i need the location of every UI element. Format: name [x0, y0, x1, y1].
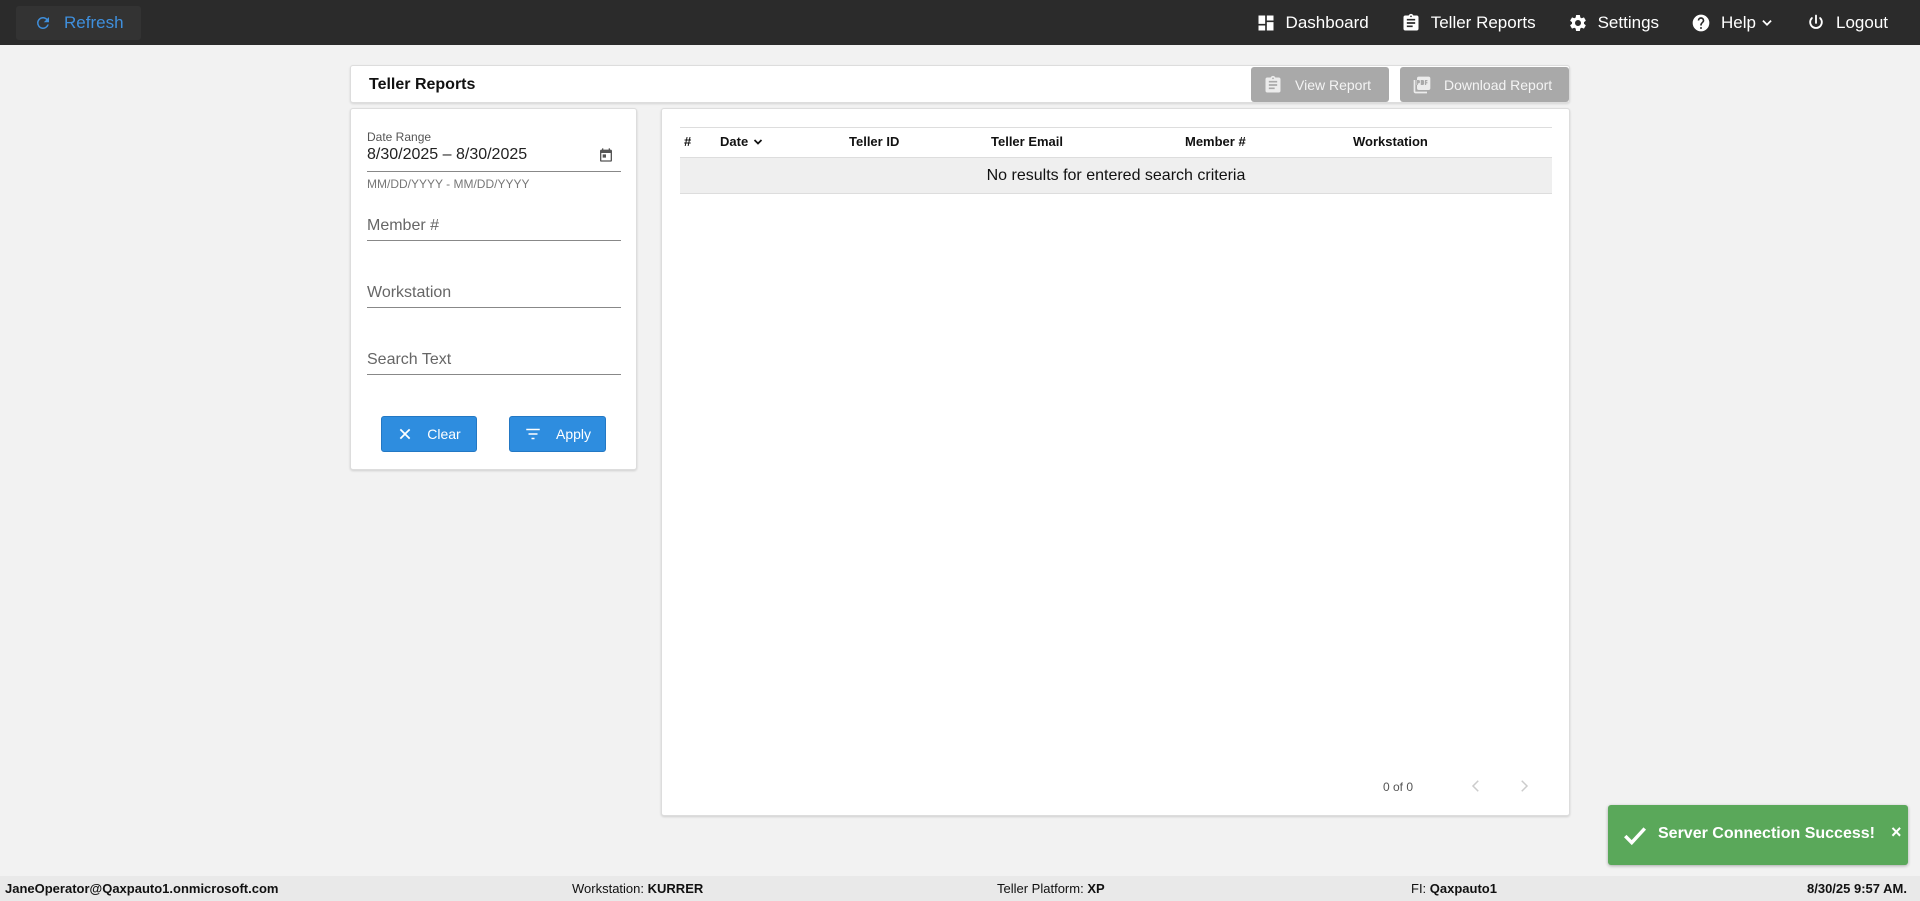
nav-teller-reports[interactable]: Teller Reports [1401, 13, 1536, 33]
report-header: Teller Reports View Report Download Repo… [350, 65, 1570, 103]
nav-help[interactable]: Help [1691, 13, 1774, 33]
filter-icon [526, 428, 540, 440]
column-header-teller-email[interactable]: Teller Email [991, 134, 1063, 149]
chevron-down-icon [754, 138, 763, 145]
status-platform-label: Teller Platform: [997, 881, 1084, 896]
column-header-label: Teller Email [991, 134, 1064, 149]
main-nav: Dashboard Teller Reports Settings Help L… [1256, 0, 1920, 45]
dashboard-icon [1258, 15, 1274, 30]
status-workstation-label: Workstation: [572, 881, 645, 896]
view-report-label: View Report [1295, 76, 1372, 93]
gear-icon [1569, 14, 1586, 31]
column-header-label: Member # [1185, 134, 1246, 149]
column-header-label: Workstation [1353, 134, 1428, 149]
column-header-workstation[interactable]: Workstation [1353, 134, 1428, 149]
workstation-input[interactable] [367, 278, 621, 308]
toast-close-button[interactable]: × [1891, 822, 1902, 843]
status-user: JaneOperator@Qaxpauto1.onmicrosoft.com [5, 881, 279, 896]
success-toast: Server Connection Success! × [1608, 805, 1908, 865]
status-fi-value: Qaxpauto1 [1429, 881, 1497, 896]
nav-logout-label: Logout [1836, 12, 1888, 32]
toast-message: Server Connection Success! [1658, 825, 1875, 842]
date-range-hint: MM/DD/YYYY - MM/DD/YYYY [367, 177, 530, 191]
top-bar: Refresh Dashboard Teller Reports Setting… [0, 0, 1920, 45]
status-fi-label: FI: [1411, 881, 1427, 896]
refresh-button[interactable]: Refresh [16, 6, 141, 40]
clipboard-icon [1265, 75, 1281, 92]
apply-label: Apply [555, 426, 592, 442]
apply-button[interactable]: Apply [509, 416, 606, 452]
checkmark-icon [1624, 827, 1647, 846]
status-bar: JaneOperator@Qaxpauto1.onmicrosoft.com W… [0, 876, 1920, 901]
close-icon [399, 428, 411, 440]
pdf-icon [1413, 76, 1431, 93]
date-range-underline [367, 171, 621, 172]
empty-results-row: No results for entered search criteria [680, 157, 1552, 194]
nav-teller-reports-label: Teller Reports [1430, 12, 1536, 32]
column-header-number[interactable]: # [684, 134, 691, 149]
column-header-teller-id[interactable]: Teller ID [849, 134, 899, 149]
status-datetime: 8/30/25 9:57 AM. [1807, 881, 1907, 896]
column-header-member[interactable]: Member # [1185, 134, 1246, 149]
status-fi: FI: Qaxpauto1 [1411, 881, 1497, 896]
chevron-right-icon[interactable] [1515, 777, 1533, 795]
page-title: Teller Reports [369, 76, 476, 93]
clipboard-icon [1403, 13, 1419, 31]
status-platform: Teller Platform: XP [997, 881, 1105, 896]
chevron-down-icon [1762, 19, 1772, 26]
status-platform-value: XP [1087, 881, 1105, 896]
view-report-button[interactable]: View Report [1251, 67, 1389, 102]
date-range-input[interactable]: 8/30/2025 – 8/30/2025 [367, 146, 527, 164]
search-input[interactable] [367, 345, 621, 375]
filter-panel: Date Range 8/30/2025 – 8/30/2025 MM/DD/Y… [350, 108, 637, 470]
clear-button[interactable]: Clear [381, 416, 477, 452]
date-range-label: Date Range [367, 130, 432, 144]
refresh-label: Refresh [64, 13, 124, 32]
results-panel: # Date Teller ID Teller Email Member # W… [661, 108, 1570, 816]
empty-results-message: No results for entered search criteria [986, 166, 1246, 184]
column-header-label: Date [720, 134, 749, 149]
pager-count: 0 of 0 [1383, 780, 1414, 794]
member-input[interactable] [367, 211, 621, 241]
status-workstation: Workstation: KURRER [572, 881, 703, 896]
download-report-button[interactable]: Download Report [1400, 67, 1569, 102]
clear-label: Clear [427, 426, 461, 442]
nav-help-label: Help [1721, 12, 1756, 32]
refresh-icon [37, 17, 49, 29]
column-header-date[interactable]: Date [720, 134, 764, 149]
column-header-label: Teller ID [849, 134, 900, 149]
power-icon [1809, 14, 1823, 29]
column-header-label: # [684, 134, 692, 149]
table-divider [680, 127, 1552, 128]
nav-logout[interactable]: Logout [1806, 13, 1888, 33]
nav-dashboard-label: Dashboard [1285, 12, 1369, 32]
download-report-label: Download Report [1444, 76, 1553, 93]
chevron-left-icon[interactable] [1467, 777, 1485, 795]
calendar-icon[interactable] [598, 147, 614, 163]
nav-settings-label: Settings [1597, 12, 1660, 32]
status-workstation-value: KURRER [647, 881, 704, 896]
nav-settings[interactable]: Settings [1568, 13, 1659, 33]
help-icon [1692, 14, 1710, 31]
nav-dashboard[interactable]: Dashboard [1256, 13, 1369, 33]
